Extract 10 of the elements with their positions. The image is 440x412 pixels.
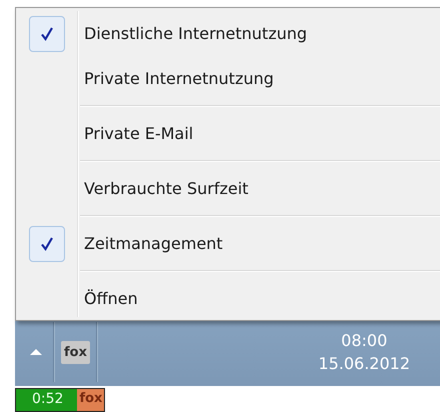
menu-item[interactable]: Private E-Mail (84, 124, 194, 143)
timer-display: 0:52 (16, 389, 78, 411)
menu-item[interactable]: Verbrauchte Surfzeit (84, 179, 248, 198)
timer-icon-label: fox (77, 389, 104, 411)
menu-item[interactable]: Dienstliche Internetnutzung (84, 24, 308, 43)
menu-item[interactable]: Öffnen (84, 289, 138, 308)
tray-icon[interactable]: fox (61, 340, 90, 364)
menu-item[interactable]: Private Internetnutzung (84, 69, 274, 88)
show-hidden-icons-icon[interactable] (29, 348, 43, 356)
menu-item[interactable]: Zeitmanagement (84, 234, 223, 253)
